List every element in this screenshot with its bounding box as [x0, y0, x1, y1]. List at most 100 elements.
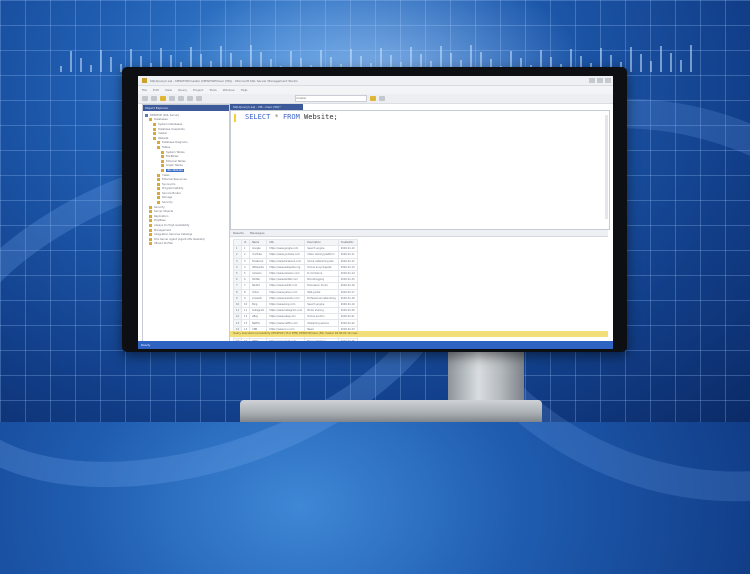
ssms-window: SQLQuery1.sql - DESKTOP.master (DESKTOP\… [138, 76, 613, 349]
folder-icon [161, 155, 164, 159]
close-icon[interactable] [605, 78, 611, 83]
menu-window[interactable]: Window [223, 88, 235, 92]
tree-item-label: Views [162, 173, 170, 177]
folder-icon [149, 118, 152, 122]
folder-icon [157, 191, 160, 195]
tree-item-label: DESKTOP (SQL Server) [150, 113, 180, 117]
back-icon[interactable] [142, 96, 148, 101]
menu-view[interactable]: View [165, 88, 172, 92]
maximize-icon[interactable] [597, 78, 603, 83]
window-controls [589, 78, 613, 83]
tree-item-label: Storage [162, 196, 173, 200]
tree-item-label: master [158, 132, 168, 136]
database-selector[interactable]: master [295, 95, 367, 102]
menu-tools[interactable]: Tools [209, 88, 216, 92]
background-bar [110, 57, 112, 72]
monitor-stand-base [240, 400, 542, 422]
new-query-icon[interactable] [160, 96, 166, 101]
editor-scrollbar[interactable] [605, 115, 608, 219]
folder-icon [157, 173, 160, 177]
execute-icon[interactable] [370, 96, 376, 101]
tree-item-label: External Resources [162, 178, 187, 182]
tree-item-label: Management [154, 228, 172, 232]
debug-icon[interactable] [379, 96, 385, 101]
folder-icon [149, 242, 152, 246]
folder-icon [157, 145, 160, 149]
folder-icon [149, 219, 152, 223]
folder-icon [149, 233, 152, 237]
results-table[interactable]: Id Name URL Description CreatedOn 1 1 Google ht… [232, 238, 358, 346]
query-status-bar: Query executed successfully. DESKTOP (15… [230, 331, 608, 337]
background-bar [690, 45, 692, 72]
results-body: 1 1 Google https://www.google.com Search eng… [232, 245, 358, 346]
tree-item-label: External Tables [166, 159, 186, 163]
background-bar [640, 54, 642, 72]
tree-item-label: dbo.Website [166, 168, 184, 172]
tree-item-label: Replication [154, 214, 169, 218]
database-icon [153, 136, 156, 140]
background-bar [100, 50, 102, 72]
save-icon[interactable] [178, 96, 184, 101]
folder-icon [149, 237, 152, 241]
background-bar [70, 51, 72, 72]
background-bar [680, 60, 682, 72]
folder-icon [149, 228, 152, 232]
background-bar [90, 65, 92, 72]
folder-icon [157, 182, 160, 186]
tree-item-label: Synonyms [162, 182, 176, 186]
tree-item-label: Integration Services Catalogs [154, 233, 193, 237]
tree-item-label: Service Broker [162, 191, 181, 195]
tree-item-label: Server Objects [154, 210, 174, 214]
table-icon [161, 168, 164, 172]
background-bar [60, 66, 62, 72]
minimize-icon[interactable] [589, 78, 595, 83]
folder-icon [149, 214, 152, 218]
open-file-icon[interactable] [169, 96, 175, 101]
folder-icon [149, 224, 152, 228]
forward-icon[interactable] [151, 96, 157, 101]
monitor-stand-neck [448, 348, 524, 404]
query-editor[interactable]: SELECT * FROM Website; [230, 110, 610, 230]
menu-file[interactable]: File [142, 88, 147, 92]
tab-messages[interactable]: Messages [250, 231, 265, 235]
tree-item-label: Database Diagrams [162, 141, 188, 145]
menu-bar: File Edit View Query Project Tools Windo… [138, 86, 613, 94]
tree-item-label: Security [154, 205, 165, 209]
menu-query[interactable]: Query [178, 88, 187, 92]
tree-item-label: Graph Tables [166, 164, 183, 168]
folder-icon [153, 122, 156, 126]
menu-help[interactable]: Help [241, 88, 248, 92]
sql-keyword-from: FROM [282, 113, 300, 121]
sql-query-text[interactable]: SELECT * FROM Website; [245, 113, 338, 121]
results-grid: Id Name URL Description CreatedOn 1 1 Google ht… [230, 236, 608, 346]
tab-results[interactable]: Results [233, 231, 244, 235]
tree-item-label: Databases [154, 118, 168, 122]
tree-item-label: Programmability [162, 187, 184, 191]
folder-icon [149, 210, 152, 214]
tree-item-label: PolyBase [154, 219, 166, 223]
folder-icon [149, 205, 152, 209]
tree-item-label: Always On High Availability [154, 224, 190, 228]
folder-icon [161, 159, 164, 163]
folder-icon [157, 201, 160, 205]
tree-item-label: XEvent Profiler [154, 242, 174, 246]
ssms-app-icon [142, 78, 147, 83]
menu-edit[interactable]: Edit [153, 88, 159, 92]
menu-project[interactable]: Project [193, 88, 203, 92]
tree-item-label: Security [162, 201, 173, 205]
monitor: SQLQuery1.sql - DESKTOP.master (DESKTOP\… [122, 67, 627, 352]
object-explorer-tree: DESKTOP (SQL Server) Databases System Data… [143, 111, 229, 246]
tree-item-label: Tables [162, 145, 171, 149]
redo-icon[interactable] [196, 96, 202, 101]
object-explorer: Object Explorer DESKTOP (SQL Server) Data… [142, 104, 230, 345]
folder-icon [157, 187, 160, 191]
folder-icon [153, 127, 156, 131]
tree-item[interactable]: XEvent Profiler [145, 242, 229, 247]
folder-icon [157, 196, 160, 200]
tree-item-label: Database Snapshots [158, 127, 185, 131]
background-bar [650, 61, 652, 72]
sql-keyword-select: SELECT [245, 113, 271, 121]
title-bar: SQLQuery1.sql - DESKTOP.master (DESKTOP\… [138, 76, 613, 86]
tree-item-label: System Tables [166, 150, 185, 154]
undo-icon[interactable] [187, 96, 193, 101]
